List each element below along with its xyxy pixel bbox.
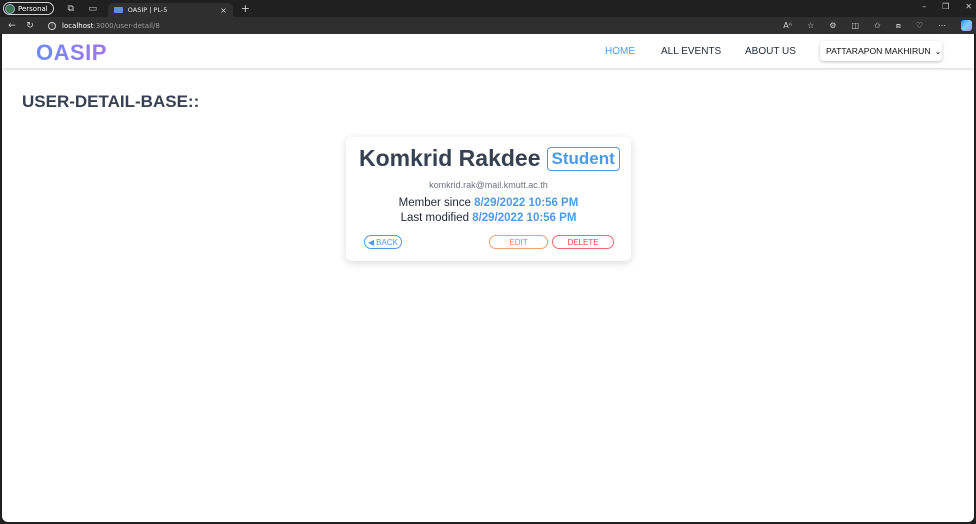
url-text: localhost:3000/user-detail/8 bbox=[62, 22, 160, 30]
url-host: localhost bbox=[62, 21, 94, 30]
url-path: :3000/user-detail/8 bbox=[93, 21, 160, 30]
favorites-icon[interactable]: ✩ bbox=[874, 21, 881, 30]
app-navbar: OASIP HOME ALL EVENTS ABOUT US PATTARAPO… bbox=[2, 34, 974, 68]
delete-button[interactable]: DELETE bbox=[552, 235, 614, 249]
user-header: Komkrid Rakdee Student bbox=[359, 145, 620, 172]
last-modified: Last modified 8/29/2022 10:56 PM bbox=[346, 212, 631, 224]
user-menu-label: PATTARAPON MAKHIRUN bbox=[826, 46, 931, 56]
tab-strip: Personal ⧉ ▭ OASIP | PL-5 × + – ❐ ✕ bbox=[0, 0, 976, 17]
tab-title: OASIP | PL-5 bbox=[127, 6, 168, 14]
member-since: Member since 8/29/2022 10:56 PM bbox=[346, 197, 631, 209]
site-info-icon[interactable]: i bbox=[48, 21, 56, 30]
member-since-label: Member since bbox=[398, 197, 471, 209]
caret-left-icon: ◀ bbox=[368, 237, 375, 247]
last-modified-value: 8/29/2022 10:56 PM bbox=[472, 212, 577, 224]
back-arrow-icon[interactable]: ← bbox=[6, 21, 18, 31]
split-screen-icon[interactable]: ◫ bbox=[851, 21, 859, 30]
back-button-label: BACK bbox=[376, 237, 398, 247]
tab-actions-icon[interactable]: ▭ bbox=[88, 4, 98, 14]
user-name: Komkrid Rakdee bbox=[359, 145, 541, 171]
toolbar-icons: Aᴬ ☆ ⚙ ◫ ✩ ⧈ ♡ ⋯ bbox=[783, 20, 972, 31]
user-detail-card: Komkrid Rakdee Student komkrid.rak@mail.… bbox=[346, 137, 631, 261]
user-email: komkrid.rak@mail.kmutt.ac.th bbox=[429, 180, 548, 190]
restore-icon[interactable]: ❐ bbox=[942, 2, 949, 11]
close-window-icon[interactable]: ✕ bbox=[965, 2, 972, 11]
minimize-icon[interactable]: – bbox=[922, 2, 926, 11]
nav-about-us[interactable]: ABOUT US bbox=[745, 46, 796, 57]
last-modified-label: Last modified bbox=[400, 212, 469, 224]
nav-home[interactable]: HOME bbox=[605, 46, 635, 57]
user-menu-button[interactable]: PATTARAPON MAKHIRUN ⌄ bbox=[820, 41, 942, 61]
collections-icon[interactable]: ⧈ bbox=[896, 21, 901, 31]
profile-avatar bbox=[5, 3, 15, 14]
app-logo[interactable]: OASIP bbox=[36, 40, 107, 66]
window-controls: – ❐ ✕ bbox=[922, 2, 972, 11]
back-button[interactable]: ◀ BACK bbox=[364, 235, 402, 249]
workspaces-icon[interactable]: ⧉ bbox=[66, 4, 76, 14]
profile-button[interactable]: Personal bbox=[3, 2, 54, 15]
chevron-down-icon: ⌄ bbox=[934, 46, 942, 56]
page-viewport: OASIP HOME ALL EVENTS ABOUT US PATTARAPO… bbox=[2, 34, 974, 522]
browser-essentials-icon[interactable]: ♡ bbox=[916, 21, 923, 30]
page-title: USER-DETAIL-BASE:: bbox=[22, 92, 200, 111]
nav-all-events[interactable]: ALL EVENTS bbox=[661, 46, 721, 57]
tab-favicon-icon bbox=[113, 7, 123, 13]
copilot-icon[interactable] bbox=[961, 20, 972, 31]
address-bar: ← ↻ i localhost:3000/user-detail/8 Aᴬ ☆ … bbox=[0, 17, 976, 34]
new-tab-button[interactable]: + bbox=[241, 2, 250, 15]
url-field[interactable]: i localhost:3000/user-detail/8 bbox=[48, 21, 160, 30]
more-menu-icon[interactable]: ⋯ bbox=[938, 21, 946, 30]
read-aloud-icon[interactable]: Aᴬ bbox=[783, 21, 792, 30]
member-since-value: 8/29/2022 10:56 PM bbox=[474, 197, 579, 209]
browser-tab[interactable]: OASIP | PL-5 × bbox=[107, 3, 233, 17]
close-tab-icon[interactable]: × bbox=[220, 6, 227, 15]
extension-icon[interactable]: ⚙ bbox=[829, 21, 836, 30]
role-badge: Student bbox=[546, 146, 620, 171]
edit-button[interactable]: EDIT bbox=[489, 235, 548, 249]
favorite-star-icon[interactable]: ☆ bbox=[807, 21, 814, 30]
refresh-icon[interactable]: ↻ bbox=[24, 21, 36, 31]
profile-label: Personal bbox=[18, 4, 48, 13]
browser-window: Personal ⧉ ▭ OASIP | PL-5 × + – ❐ ✕ ← ↻ … bbox=[0, 0, 976, 524]
